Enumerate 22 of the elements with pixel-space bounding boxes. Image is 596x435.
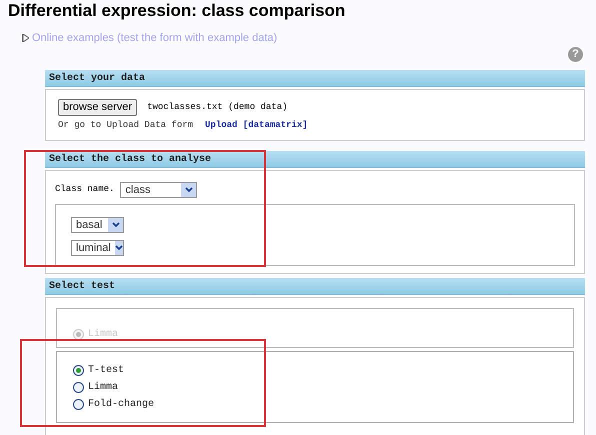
page-title: Differential expression: class comparison: [8, 0, 346, 22]
browse-server-button[interactable]: browse server: [58, 99, 138, 116]
upload-text: Or go to Upload Data form: [58, 119, 194, 132]
caret-icon: [181, 183, 196, 197]
caret-icon: [108, 218, 123, 232]
file-name: twoclasses.txt (demo data): [147, 100, 288, 114]
section-header: Select the class to analyse: [45, 151, 585, 168]
upload-link[interactable]: Upload [datamatrix]: [205, 119, 308, 132]
dropdown[interactable]: basal: [71, 217, 124, 233]
radio-label: T-test: [88, 364, 124, 378]
radio-label: Fold-change: [88, 398, 154, 412]
section-header: Select your data: [45, 70, 585, 87]
radio-button[interactable]: [73, 398, 84, 410]
triangle-icon: [22, 34, 28, 42]
class-label: Class name.: [55, 183, 114, 196]
radio-button[interactable]: [73, 382, 84, 392]
caret-icon: [114, 241, 123, 255]
section-header: Select test: [45, 278, 585, 295]
dropdown[interactable]: class: [120, 182, 198, 198]
radio-label: Limma: [88, 380, 118, 394]
dropdown[interactable]: luminal: [71, 240, 124, 256]
radio-button[interactable]: [73, 364, 84, 376]
